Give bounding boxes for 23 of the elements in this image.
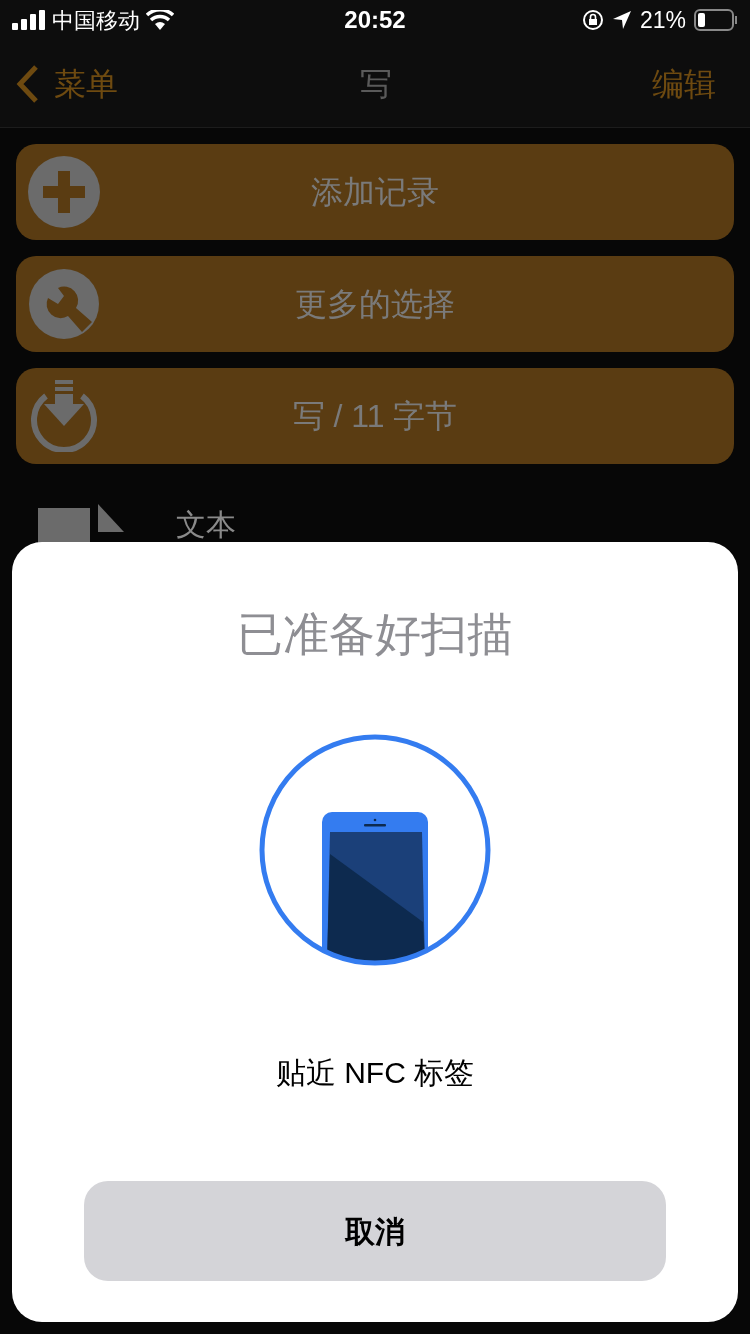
chevron-left-icon [16, 63, 40, 104]
plus-circle-icon [28, 156, 100, 228]
cancel-button[interactable]: 取消 [84, 1181, 666, 1281]
download-circle-icon [28, 380, 100, 452]
wrench-circle-icon [28, 268, 100, 340]
menu-button[interactable]: 添加记录 [16, 144, 734, 240]
sheet-title: 已准备好扫描 [237, 607, 513, 662]
battery-icon [694, 9, 738, 31]
document-icon [38, 504, 126, 544]
menu-button[interactable]: 写 / 11 字节 [16, 368, 734, 464]
clock-time: 20:52 [344, 5, 406, 35]
nav-title: 写 [360, 64, 392, 104]
record-label: 文本 [176, 508, 236, 542]
location-icon [611, 10, 632, 30]
scan-prompt: 贴近 NFC 标签 [275, 1055, 475, 1091]
back-button[interactable]: 菜单 [16, 59, 118, 108]
menu-button[interactable]: 更多的选择 [16, 256, 734, 352]
carrier-name: 中国移动 [52, 6, 140, 35]
battery-percent: 21% [639, 5, 686, 35]
signal-icon [12, 10, 46, 30]
edit-button[interactable]: 编辑 [652, 59, 716, 108]
wifi-icon [146, 10, 174, 30]
rotation-lock-icon [581, 9, 604, 31]
